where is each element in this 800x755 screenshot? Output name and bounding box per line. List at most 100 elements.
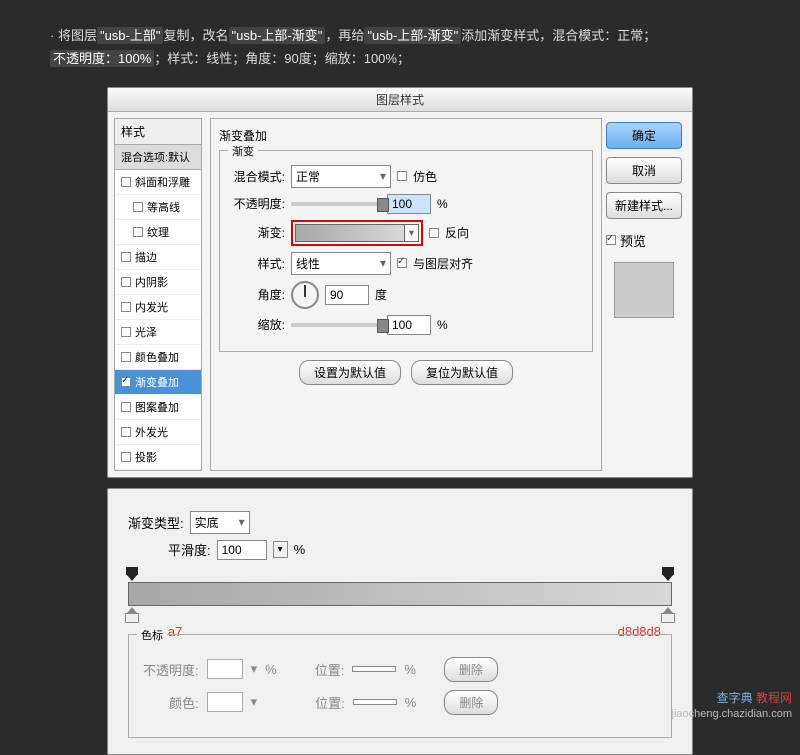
style-item-label: 斜面和浮雕 bbox=[135, 174, 190, 190]
opacity-input[interactable]: 100 bbox=[387, 194, 431, 214]
gradient-picker-highlight: ▾ bbox=[291, 220, 423, 246]
set-default-button[interactable]: 设置为默认值 bbox=[299, 360, 401, 385]
new-style-button[interactable]: 新建样式... bbox=[606, 192, 682, 219]
opacity-stop-right[interactable] bbox=[661, 567, 675, 581]
style-item-checkbox[interactable] bbox=[121, 177, 131, 187]
smoothness-label: 平滑度: bbox=[168, 540, 211, 559]
style-item-1[interactable]: 等高线 bbox=[115, 195, 201, 220]
stop-color-label: 颜色: bbox=[169, 693, 199, 712]
style-item-4[interactable]: 内阴影 bbox=[115, 270, 201, 295]
style-item-label: 描边 bbox=[135, 249, 157, 265]
style-item-2[interactable]: 纹理 bbox=[115, 220, 201, 245]
blend-options-item[interactable]: 混合选项:默认 bbox=[115, 145, 201, 170]
gradient-type-label: 渐变类型: bbox=[128, 513, 184, 532]
color-stop-right[interactable] bbox=[661, 607, 675, 621]
style-item-checkbox[interactable] bbox=[121, 252, 131, 262]
angle-dial[interactable] bbox=[291, 281, 319, 309]
style-item-checkbox[interactable] bbox=[133, 227, 143, 237]
stops-legend: 色标 bbox=[137, 627, 167, 643]
stop-opacity-label: 不透明度: bbox=[143, 660, 199, 679]
scale-label: 缩放: bbox=[230, 316, 285, 333]
dialog-title: 图层样式 bbox=[108, 88, 692, 112]
style-item-label: 外发光 bbox=[135, 424, 168, 440]
blend-mode-label: 混合模式: bbox=[230, 168, 285, 185]
style-item-checkbox[interactable] bbox=[121, 402, 131, 412]
opacity-stop-left[interactable] bbox=[125, 567, 139, 581]
style-item-7[interactable]: 颜色叠加 bbox=[115, 345, 201, 370]
gradient-editor-dialog: 渐变类型: 实底 平滑度: 100 ▾ % a8a7a7 d8d8d8 色标 不… bbox=[107, 488, 693, 755]
delete-opacity-stop-button[interactable]: 删除 bbox=[444, 657, 498, 682]
watermark-brand: 查字典 教程网 bbox=[717, 689, 792, 706]
style-item-label: 纹理 bbox=[147, 224, 169, 240]
panel-title: 渐变叠加 bbox=[219, 127, 593, 144]
style-item-10[interactable]: 外发光 bbox=[115, 420, 201, 445]
style-item-checkbox[interactable] bbox=[121, 302, 131, 312]
style-item-label: 渐变叠加 bbox=[135, 374, 179, 390]
scale-slider[interactable] bbox=[291, 323, 381, 327]
style-item-8[interactable]: 渐变叠加 bbox=[115, 370, 201, 395]
style-list: 样式 混合选项:默认 斜面和浮雕等高线纹理描边内阴影内发光光泽颜色叠加渐变叠加图… bbox=[114, 118, 202, 471]
opacity-slider[interactable] bbox=[291, 202, 381, 206]
stop-position-input[interactable] bbox=[352, 666, 396, 672]
scale-input[interactable]: 100 bbox=[387, 315, 431, 335]
dither-label: 仿色 bbox=[413, 168, 437, 185]
stop-color-position-label: 位置: bbox=[315, 693, 345, 712]
style-select[interactable]: 线性 bbox=[291, 252, 391, 275]
gradient-type-select[interactable]: 实底 bbox=[190, 511, 250, 534]
opacity-label: 不透明度: bbox=[230, 195, 285, 212]
style-item-9[interactable]: 图案叠加 bbox=[115, 395, 201, 420]
preview-label: 预览 bbox=[620, 231, 646, 250]
gradient-label: 渐变: bbox=[230, 224, 285, 241]
angle-input[interactable]: 90 bbox=[325, 285, 369, 305]
fieldset-legend: 渐变 bbox=[228, 143, 258, 159]
gradient-bar[interactable]: a8a7a7 d8d8d8 bbox=[128, 582, 672, 606]
smoothness-input[interactable]: 100 bbox=[217, 540, 267, 560]
style-item-label: 内阴影 bbox=[135, 274, 168, 290]
style-item-label: 图案叠加 bbox=[135, 399, 179, 415]
style-item-label: 光泽 bbox=[135, 324, 157, 340]
reset-default-button[interactable]: 复位为默认值 bbox=[411, 360, 513, 385]
style-label: 样式: bbox=[230, 255, 285, 272]
reverse-label: 反向 bbox=[445, 224, 469, 241]
style-item-3[interactable]: 描边 bbox=[115, 245, 201, 270]
blend-mode-select[interactable]: 正常 bbox=[291, 165, 391, 188]
style-item-checkbox[interactable] bbox=[121, 452, 131, 462]
style-item-11[interactable]: 投影 bbox=[115, 445, 201, 470]
stop-opacity-input[interactable] bbox=[207, 659, 243, 679]
style-item-label: 等高线 bbox=[147, 199, 180, 215]
gradient-overlay-panel: 渐变叠加 渐变 混合模式: 正常 仿色 不透明度: 100 % 渐变: bbox=[210, 118, 602, 471]
dither-checkbox[interactable] bbox=[397, 171, 407, 181]
style-item-checkbox[interactable] bbox=[121, 427, 131, 437]
angle-label: 角度: bbox=[230, 286, 285, 303]
preview-checkbox[interactable] bbox=[606, 235, 616, 245]
stop-color-position-input[interactable] bbox=[353, 699, 397, 705]
style-item-0[interactable]: 斜面和浮雕 bbox=[115, 170, 201, 195]
gradient-dropdown-icon[interactable]: ▾ bbox=[405, 224, 419, 242]
ok-button[interactable]: 确定 bbox=[606, 122, 682, 149]
stop-position-label: 位置: bbox=[315, 660, 345, 679]
style-item-checkbox[interactable] bbox=[121, 277, 131, 287]
style-item-label: 颜色叠加 bbox=[135, 349, 179, 365]
style-item-checkbox[interactable] bbox=[121, 327, 131, 337]
watermark-url: jiaocheng.chazidian.com bbox=[672, 708, 792, 720]
align-checkbox[interactable] bbox=[397, 258, 407, 268]
styles-header[interactable]: 样式 bbox=[115, 119, 201, 145]
style-item-label: 内发光 bbox=[135, 299, 168, 315]
style-item-checkbox[interactable] bbox=[133, 202, 143, 212]
cancel-button[interactable]: 取消 bbox=[606, 157, 682, 184]
layer-style-dialog: 图层样式 样式 混合选项:默认 斜面和浮雕等高线纹理描边内阴影内发光光泽颜色叠加… bbox=[107, 87, 693, 478]
style-item-5[interactable]: 内发光 bbox=[115, 295, 201, 320]
smoothness-stepper-icon[interactable]: ▾ bbox=[273, 541, 288, 558]
align-label: 与图层对齐 bbox=[413, 255, 473, 272]
instruction-text: · 将图层"usb-上部"复制，改名"usb-上部-渐变"，再给"usb-上部-… bbox=[0, 0, 800, 83]
preview-swatch bbox=[614, 262, 674, 318]
color-stop-left[interactable] bbox=[125, 607, 139, 621]
gradient-preview[interactable] bbox=[295, 224, 405, 242]
style-item-6[interactable]: 光泽 bbox=[115, 320, 201, 345]
style-item-checkbox[interactable] bbox=[121, 377, 131, 387]
reverse-checkbox[interactable] bbox=[429, 228, 439, 238]
stop-color-swatch[interactable] bbox=[207, 692, 243, 712]
style-item-checkbox[interactable] bbox=[121, 352, 131, 362]
delete-color-stop-button[interactable]: 删除 bbox=[444, 690, 498, 715]
style-item-label: 投影 bbox=[135, 449, 157, 465]
